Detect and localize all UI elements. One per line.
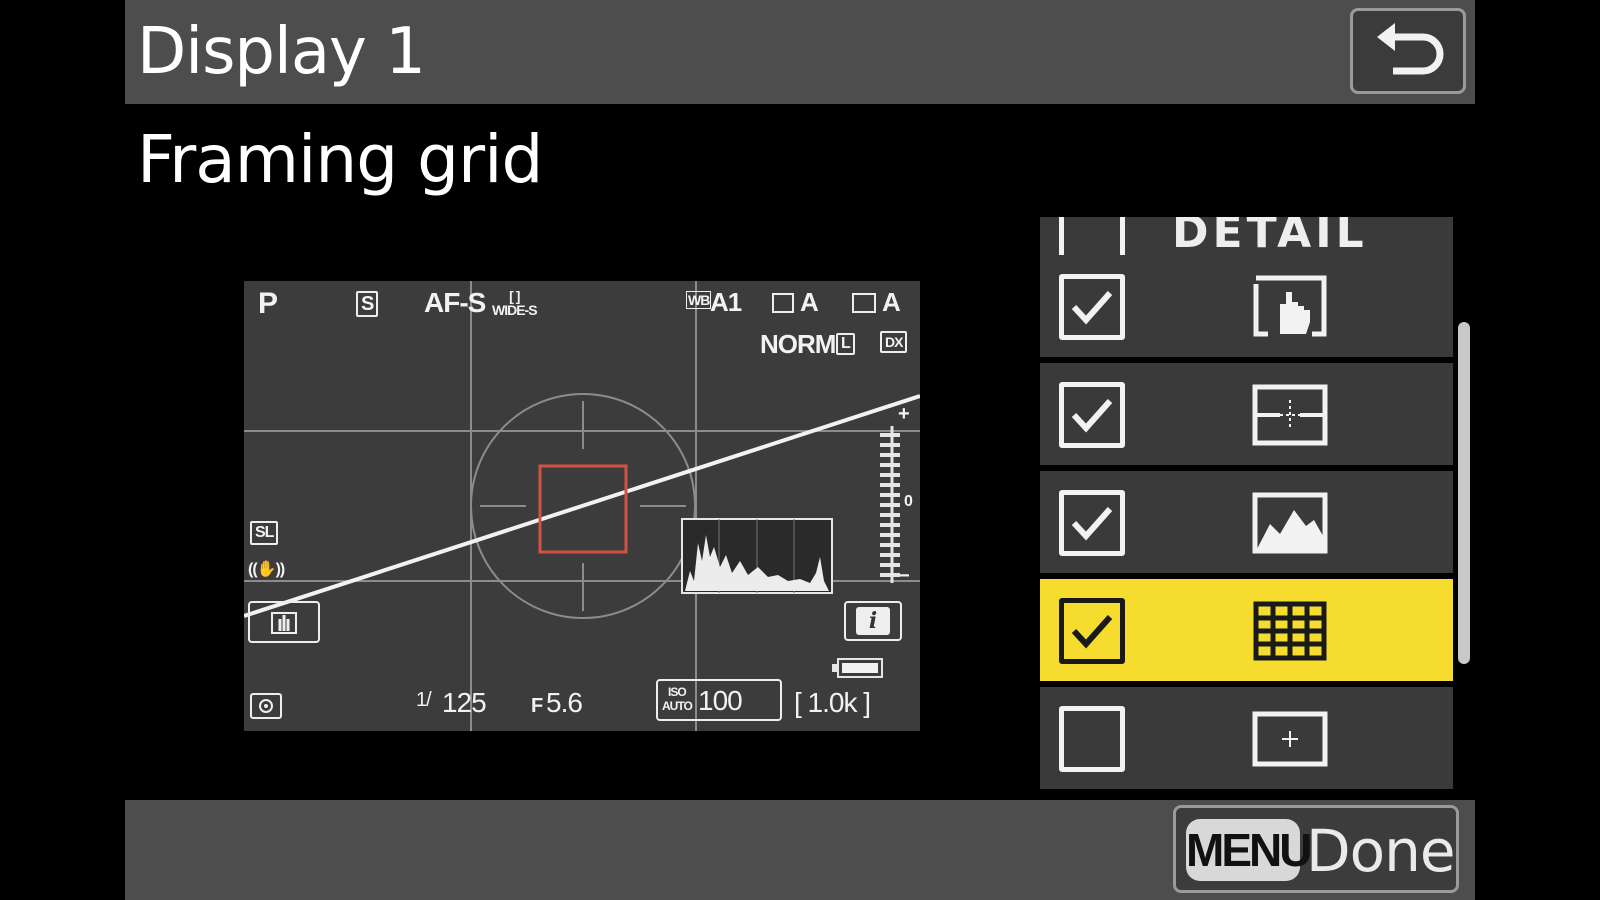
white-balance: A1 xyxy=(710,287,741,318)
detail-label: DETAIL xyxy=(1172,217,1368,258)
exposure-indicator xyxy=(880,426,900,583)
active-d-lighting-icon xyxy=(852,293,876,313)
virtual-horizon-icon xyxy=(1252,382,1328,448)
checkmark-icon xyxy=(1068,499,1116,547)
aperture: 5.6 xyxy=(546,687,582,719)
menu-badge: MENU xyxy=(1186,819,1300,881)
exposure-plus: + xyxy=(898,403,909,426)
checkbox-unchecked[interactable] xyxy=(1059,706,1125,772)
shutter-prefix: 1/ xyxy=(416,689,431,712)
display-options-list: DETAIL xyxy=(1040,217,1453,797)
touch-shutter-icon[interactable] xyxy=(248,601,320,643)
live-view-preview: P S AF-S [ ] WIDE-S WB A1 A A NORM L DX … xyxy=(244,281,920,731)
focus-mode: AF-S xyxy=(424,287,485,319)
done-label: Done xyxy=(1306,812,1455,890)
iso-value: 100 xyxy=(698,685,742,717)
vibration-reduction: ((✋)) xyxy=(248,559,284,579)
shooting-mode: P xyxy=(258,287,277,321)
checkbox-checked[interactable] xyxy=(1059,382,1125,448)
checkbox-checked[interactable] xyxy=(1059,490,1125,556)
histogram xyxy=(682,519,832,593)
info-button[interactable]: i xyxy=(844,601,902,641)
picture-control: A xyxy=(800,287,818,318)
checkbox-checked[interactable] xyxy=(1059,274,1125,340)
battery-icon xyxy=(832,659,882,677)
touch-shutter-icon xyxy=(1252,274,1328,340)
picture-control-icon xyxy=(772,293,794,313)
checkbox-checked[interactable] xyxy=(1059,598,1125,664)
list-scrollbar[interactable] xyxy=(1458,322,1470,664)
shots-remaining: [ 1.0k ] xyxy=(794,687,870,719)
wb-badge: WB xyxy=(686,291,711,309)
release-timing: SL xyxy=(250,521,278,545)
af-frame xyxy=(540,466,626,552)
list-item-histogram[interactable] xyxy=(1040,471,1453,573)
done-button[interactable]: MENU Done xyxy=(1173,805,1459,893)
center-mark-icon xyxy=(1252,706,1328,772)
af-area-mode: [ ] WIDE-S xyxy=(492,289,537,317)
checkmark-icon xyxy=(1068,283,1116,331)
aperture-prefix: F xyxy=(531,695,542,718)
image-size: L xyxy=(836,333,855,355)
exposure-zero: 0 xyxy=(904,493,912,511)
iso-label: ISO AUTO xyxy=(662,685,692,713)
shutter-speed: 125 xyxy=(442,687,486,719)
image-quality: NORM xyxy=(760,329,835,360)
release-mode: S xyxy=(356,291,378,317)
checkmark-icon xyxy=(1068,391,1116,439)
info-icon: i xyxy=(856,607,890,635)
metering-icon xyxy=(250,693,282,719)
return-arrow-icon xyxy=(1353,11,1463,91)
list-item-center-mark[interactable] xyxy=(1040,687,1453,789)
page-title: Display 1 xyxy=(137,10,425,94)
iso-box: ISO AUTO 100 xyxy=(656,679,782,721)
back-button[interactable] xyxy=(1350,8,1466,94)
active-d-lighting: A xyxy=(882,287,900,318)
exposure-minus: − xyxy=(898,565,909,588)
checkmark-icon xyxy=(1068,607,1116,655)
list-item-virtual-horizon[interactable] xyxy=(1040,363,1453,465)
page-subtitle: Framing grid xyxy=(137,118,542,202)
list-item-framing-grid[interactable] xyxy=(1040,579,1453,681)
framing-grid-icon xyxy=(1252,598,1328,664)
title-bar: Display 1 xyxy=(125,0,1475,104)
list-item-touch-shutter[interactable] xyxy=(1040,255,1453,357)
image-area: DX xyxy=(880,331,907,353)
histogram-icon xyxy=(1252,490,1328,556)
